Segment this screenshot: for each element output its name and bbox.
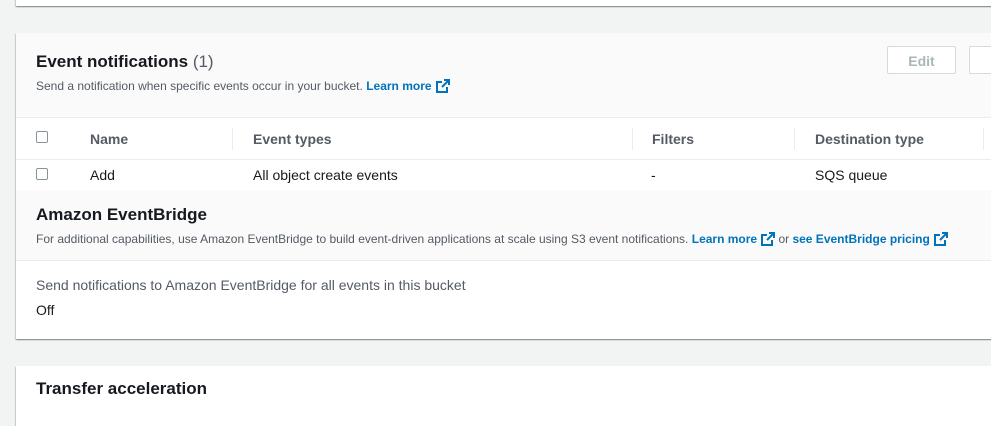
column-header-name[interactable]: Name <box>90 131 128 147</box>
column-divider <box>794 128 795 150</box>
notification-count: (1) <box>192 52 214 71</box>
event-notifications-panel: Event notifications (1) Send a notificat… <box>16 33 991 339</box>
edit-button[interactable]: Edit <box>887 46 956 74</box>
transfer-acceleration-title: Transfer acceleration <box>36 379 208 398</box>
eventbridge-description: For additional capabilities, use Amazon … <box>36 232 948 246</box>
eventbridge-setting-value: Off <box>36 302 55 318</box>
row-name: Add <box>90 167 115 183</box>
learn-more-label: Learn more <box>366 79 432 93</box>
description-text: Send a notification when specific events… <box>36 79 363 93</box>
learn-more-label: Learn more <box>691 232 758 246</box>
column-divider <box>232 128 233 150</box>
pricing-link-label: see EventBridge pricing <box>792 232 930 246</box>
previous-section-panel <box>16 0 991 6</box>
column-header-event-types[interactable]: Event types <box>253 131 332 147</box>
row-destination-type: SQS queue <box>815 167 888 183</box>
event-notifications-description: Send a notification when specific events… <box>36 79 450 93</box>
external-link-icon <box>435 79 450 93</box>
external-link-icon <box>761 232 776 246</box>
eventbridge-setting-label: Send notifications to Amazon EventBridge… <box>36 277 466 293</box>
header-row-divider <box>16 159 991 160</box>
section-title: Event notifications <box>36 52 189 71</box>
external-link-icon <box>933 232 948 246</box>
column-header-destination-type[interactable]: Destination type <box>815 131 924 147</box>
row-event-types: All object create events <box>253 167 398 183</box>
eventbridge-header: Amazon EventBridge For additional capabi… <box>16 190 991 261</box>
row-checkbox[interactable] <box>36 168 48 180</box>
event-notifications-title: Event notifications (1) <box>36 52 214 72</box>
select-all-checkbox[interactable] <box>36 131 48 143</box>
transfer-acceleration-panel: Transfer acceleration <box>16 366 991 426</box>
column-divider <box>983 128 984 150</box>
secondary-action-button[interactable] <box>969 46 991 74</box>
eventbridge-learn-more-link[interactable]: Learn more <box>691 232 776 246</box>
column-header-filters[interactable]: Filters <box>652 131 694 147</box>
event-notifications-header: Event notifications (1) Send a notificat… <box>16 33 991 118</box>
learn-more-link[interactable]: Learn more <box>366 79 450 93</box>
eventbridge-pricing-link[interactable]: see EventBridge pricing <box>792 232 948 246</box>
row-filters: - <box>651 167 656 183</box>
eventbridge-description-text: For additional capabilities, use Amazon … <box>36 232 689 246</box>
eventbridge-title: Amazon EventBridge <box>36 205 207 224</box>
or-text: or <box>778 232 790 246</box>
column-divider <box>632 128 633 150</box>
